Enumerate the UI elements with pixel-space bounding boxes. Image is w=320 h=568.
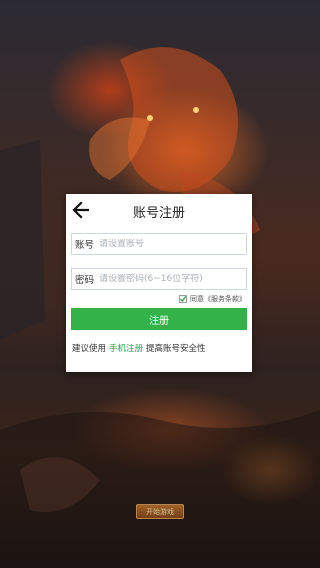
tip-prefix: 建议使用 [72, 344, 107, 354]
register-dialog: 账号注册 账号 密码 同意《服务条款》 注册 建议使用手机注册提高账号安全性 [66, 194, 252, 372]
register-button[interactable]: 注册 [71, 308, 247, 330]
account-input[interactable] [97, 239, 246, 249]
phone-register-link[interactable]: 手机注册 [109, 344, 143, 354]
game-login-screen: 账号注册 账号 密码 同意《服务条款》 注册 建议使用手机注册提高账号安全性 开… [0, 0, 320, 568]
account-label: 账号 [75, 240, 95, 251]
terms-link[interactable]: 同意《服务条款》 [190, 294, 246, 304]
start-game-button[interactable]: 开始游戏 [136, 504, 184, 519]
password-label: 密码 [75, 275, 95, 286]
security-tip: 建议使用 手机注册 提高账号安全性 [72, 342, 206, 354]
password-input[interactable] [97, 274, 246, 284]
dialog-header: 账号注册 [66, 194, 252, 226]
account-field: 账号 [71, 233, 247, 255]
dialog-title: 账号注册 [132, 206, 185, 221]
password-field: 密码 [71, 268, 247, 290]
tip-suffix: 提高账号安全性 [146, 344, 206, 354]
agree-terms: 同意《服务条款》 [179, 294, 246, 304]
checkbox-checked-icon[interactable] [179, 295, 187, 303]
